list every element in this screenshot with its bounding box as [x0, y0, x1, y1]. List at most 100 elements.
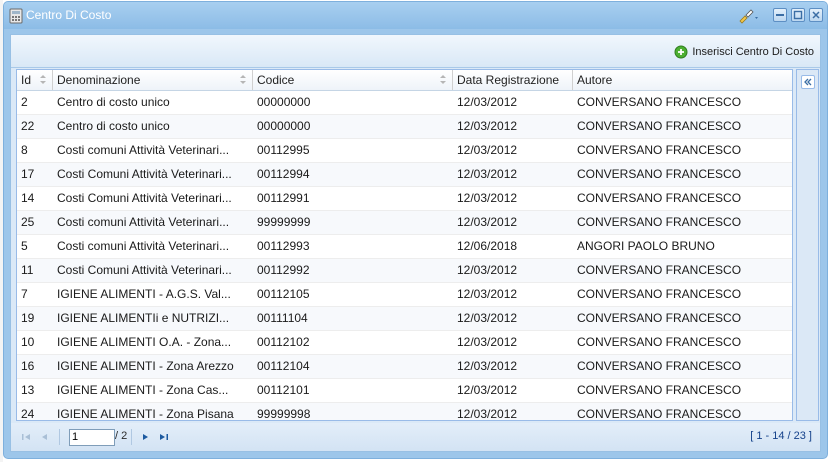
cell-autore: CONVERSANO FRANCESCO: [577, 359, 742, 373]
cell-denominazione: Costi Comuni Attività Veterinari...: [57, 167, 232, 181]
cell-autore: CONVERSANO FRANCESCO: [577, 287, 742, 301]
column-header-label: Autore: [577, 73, 613, 87]
cell-id: 5: [21, 239, 28, 253]
cell-data-registrazione: 12/03/2012: [457, 335, 518, 349]
cell-autore: CONVERSANO FRANCESCO: [577, 191, 742, 205]
cell-codice: 99999998: [257, 407, 311, 421]
collapsed-side-panel: [796, 69, 819, 421]
calculator-icon: [9, 8, 23, 24]
last-page-button[interactable]: [158, 431, 170, 443]
column-header-codice[interactable]: Codice: [253, 70, 453, 90]
next-page-button[interactable]: [139, 431, 151, 443]
cell-denominazione: Costi Comuni Attività Veterinari...: [57, 263, 232, 277]
cell-denominazione: Costi Comuni Attività Veterinari...: [57, 191, 232, 205]
table-row[interactable]: 14 Costi Comuni Attività Veterinari... 001…: [17, 187, 792, 211]
title-bar[interactable]: Centro Di Costo: [4, 2, 827, 29]
cell-codice: 99999999: [257, 215, 311, 229]
paging-toolbar: / 2 [ 1 - 14 / 23 ]: [11, 423, 820, 451]
cell-data-registrazione: 12/03/2012: [457, 167, 518, 181]
cell-autore: CONVERSANO FRANCESCO: [577, 407, 742, 421]
cell-denominazione: Costi comuni Attività Veterinari...: [57, 143, 230, 157]
cell-id: 24: [21, 407, 35, 421]
cell-data-registrazione: 12/06/2018: [457, 239, 518, 253]
table-row[interactable]: 5 Costi comuni Attività Veterinari... 0011…: [17, 235, 792, 259]
table-row[interactable]: 7 IGIENE ALIMENTI - A.G.S. Val... 00112105…: [17, 283, 792, 307]
cell-codice: 00112994: [257, 167, 310, 181]
table-row[interactable]: 10 IGIENE ALIMENTI O.A. - Zona... 00112102…: [17, 331, 792, 355]
cell-autore: CONVERSANO FRANCESCO: [577, 263, 742, 277]
minimize-button[interactable]: [773, 8, 787, 22]
column-header-label: Codice: [257, 73, 295, 87]
column-header-data-registrazione[interactable]: Data Registrazione: [453, 70, 573, 90]
cell-autore: ANGORI PAOLO BRUNO: [577, 239, 715, 253]
cell-id: 25: [21, 215, 35, 229]
cell-denominazione: IGIENE ALIMENTI O.A. - Zona...: [57, 335, 232, 349]
close-button[interactable]: [809, 8, 823, 22]
cell-codice: 00112993: [257, 239, 310, 253]
cell-data-registrazione: 12/03/2012: [457, 383, 518, 397]
cell-id: 22: [21, 119, 35, 133]
column-header-label: Denominazione: [57, 73, 141, 87]
column-header-id[interactable]: Id: [17, 70, 53, 90]
paging-display-info: [ 1 - 14 / 23 ]: [750, 430, 812, 442]
column-header-autore[interactable]: Autore: [573, 70, 792, 90]
table-row[interactable]: 17 Costi Comuni Attività Veterinari... 001…: [17, 163, 792, 187]
cell-denominazione: IGIENE ALIMENTIi e NUTRIZI...: [57, 311, 230, 325]
pager-separator: [131, 429, 132, 445]
maximize-button[interactable]: [791, 8, 805, 22]
cell-denominazione: IGIENE ALIMENTI - Zona Pisana: [57, 407, 234, 421]
cell-id: 7: [21, 287, 28, 301]
first-page-button[interactable]: [20, 431, 32, 443]
cell-id: 14: [21, 191, 35, 205]
add-circle-icon: [674, 45, 688, 59]
column-header-label: Id: [21, 73, 32, 87]
cell-codice: 00112995: [257, 143, 310, 157]
grid-body: 2 Centro di costo unico 00000000 12/03/2012…: [17, 91, 792, 421]
next-page-icon: [143, 434, 148, 440]
table-row[interactable]: 8 Costi comuni Attività Veterinari... 0011…: [17, 139, 792, 163]
cell-id: 8: [21, 143, 28, 157]
cell-data-registrazione: 12/03/2012: [457, 263, 518, 277]
table-row[interactable]: 13 IGIENE ALIMENTI - Zona Cas... 00112101 1…: [17, 379, 792, 403]
cell-codice: 00111104: [257, 311, 308, 325]
cell-autore: CONVERSANO FRANCESCO: [577, 311, 742, 325]
cell-codice: 00112104: [257, 359, 310, 373]
cell-codice: 00112102: [257, 335, 310, 349]
table-row[interactable]: 24 IGIENE ALIMENTI - Zona Pisana 99999998 1…: [17, 403, 792, 421]
grid-header: Id Denominazione Codice Data Registrazio…: [17, 70, 792, 91]
expand-panel-button[interactable]: [801, 75, 815, 89]
cell-data-registrazione: 12/03/2012: [457, 95, 518, 109]
sort-icon: [40, 75, 46, 84]
cell-data-registrazione: 12/03/2012: [457, 287, 518, 301]
cell-data-registrazione: 12/03/2012: [457, 359, 518, 373]
cell-codice: 00000000: [257, 119, 311, 133]
previous-page-button[interactable]: [39, 431, 51, 443]
cell-id: 10: [21, 335, 35, 349]
page-number-input[interactable]: [69, 429, 115, 446]
cell-autore: CONVERSANO FRANCESCO: [577, 335, 742, 349]
table-row[interactable]: 16 IGIENE ALIMENTI - Zona Arezzo 00112104 1…: [17, 355, 792, 379]
first-page-icon: [22, 434, 30, 440]
cell-autore: CONVERSANO FRANCESCO: [577, 215, 742, 229]
centro-di-costo-window: Centro Di Costo Inserisci Centro Di Cost…: [3, 1, 828, 459]
data-grid: Id Denominazione Codice Data Registrazio…: [16, 69, 793, 421]
cell-denominazione: Costi comuni Attività Veterinari...: [57, 239, 230, 253]
previous-page-icon: [42, 434, 47, 440]
brush-icon[interactable]: [737, 8, 761, 24]
cell-denominazione: Centro di costo unico: [57, 119, 170, 133]
add-centro-di-costo-button[interactable]: Inserisci Centro Di Costo: [674, 44, 814, 60]
table-row[interactable]: 11 Costi Comuni Attività Veterinari... 001…: [17, 259, 792, 283]
cell-data-registrazione: 12/03/2012: [457, 311, 518, 325]
table-row[interactable]: 2 Centro di costo unico 00000000 12/03/2012…: [17, 91, 792, 115]
cell-denominazione: IGIENE ALIMENTI - Zona Arezzo: [57, 359, 234, 373]
table-row[interactable]: 22 Centro di costo unico 00000000 12/03/201…: [17, 115, 792, 139]
last-page-icon: [160, 434, 168, 440]
cell-id: 2: [21, 95, 28, 109]
table-row[interactable]: 19 IGIENE ALIMENTIi e NUTRIZI... 00111104 1…: [17, 307, 792, 331]
cell-denominazione: Centro di costo unico: [57, 95, 170, 109]
cell-id: 16: [21, 359, 35, 373]
page-count: / 2: [115, 430, 128, 442]
table-row[interactable]: 25 Costi comuni Attività Veterinari... 999…: [17, 211, 792, 235]
column-header-denominazione[interactable]: Denominazione: [53, 70, 253, 90]
cell-codice: 00112991: [257, 191, 310, 205]
